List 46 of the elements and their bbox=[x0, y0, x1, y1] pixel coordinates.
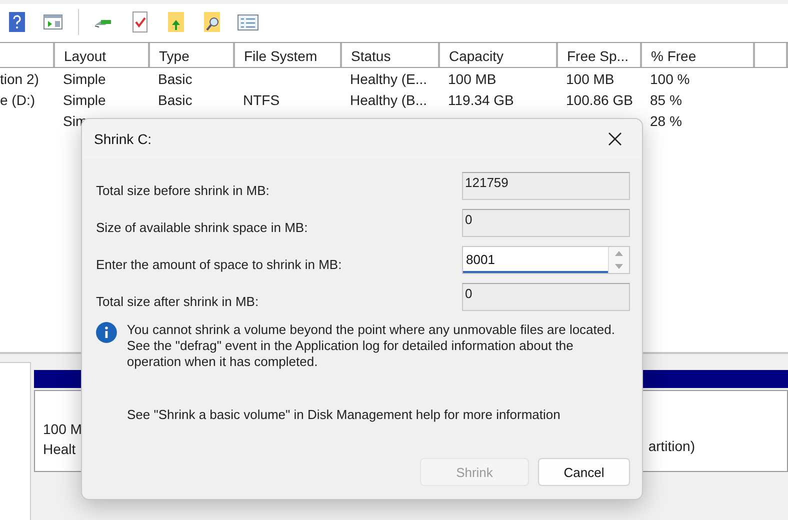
partition-text: Healt bbox=[43, 440, 77, 459]
table-cell-text: Healthy (E... bbox=[349, 70, 428, 89]
spin-down-button[interactable] bbox=[609, 260, 629, 273]
column-header[interactable]: Layout bbox=[55, 43, 150, 67]
help-text: See "Shrink a basic volume" in Disk Management help for more information bbox=[127, 407, 562, 422]
folder-search-icon[interactable] bbox=[201, 11, 223, 33]
field-label: Size of available shrink space in MB: bbox=[96, 218, 308, 234]
table-cell-text: NTFS bbox=[242, 91, 281, 110]
info-message: You cannot shrink a volume beyond the point where any unmovable files are located. See the "defrag" event in the Application log for detailed information about the operation when it has completed. bbox=[126, 322, 616, 370]
table-cell-text: 85 % bbox=[649, 91, 683, 110]
table-cell-text: Simple bbox=[62, 70, 107, 89]
number-field[interactable]: 8001 bbox=[462, 246, 630, 274]
partition-text: artition) bbox=[648, 437, 695, 456]
table-cell-text: 28 % bbox=[649, 112, 683, 131]
dialog-title: Shrink C: bbox=[94, 131, 152, 147]
readonly-field: 121759 bbox=[462, 172, 630, 200]
readonly-field: 0 bbox=[462, 283, 630, 311]
table-cell-text: Healthy (B... bbox=[349, 91, 428, 110]
spin-up-button[interactable] bbox=[609, 247, 629, 260]
info-icon bbox=[96, 322, 117, 343]
table-cell-text: tion 2) bbox=[0, 70, 40, 89]
close-icon bbox=[608, 132, 622, 146]
cancel-button[interactable]: Cancel bbox=[538, 458, 630, 486]
table-cell-text: Simple bbox=[62, 91, 107, 110]
table-cell-text: 100.86 GB bbox=[565, 91, 634, 110]
table-cell-text: 100 MB bbox=[447, 70, 498, 89]
table-cell-text: 100 MB bbox=[565, 70, 616, 89]
column-header[interactable]: Status bbox=[342, 43, 440, 67]
column-header[interactable]: Capacity bbox=[440, 43, 558, 67]
table-cell-text: 119.34 GB bbox=[447, 91, 515, 110]
column-header[interactable]: % Free bbox=[642, 43, 755, 67]
table-cell-text: Basic bbox=[157, 91, 194, 110]
readonly-field: 0 bbox=[462, 209, 630, 237]
table-cell-text: Basic bbox=[157, 70, 194, 89]
field-label: Total size after shrink in MB: bbox=[96, 292, 259, 308]
down-arrow-icon bbox=[615, 264, 623, 269]
partition-text: 100 M bbox=[43, 420, 82, 439]
field-label: Enter the amount of space to shrink in MB: bbox=[96, 256, 342, 272]
column-header[interactable]: File System bbox=[235, 43, 342, 67]
table-cell-text: e (D:) bbox=[0, 91, 36, 110]
column-header[interactable]: Free Sp... bbox=[558, 43, 642, 67]
column-header[interactable]: Type bbox=[150, 43, 235, 67]
field-label: Total size before shrink in MB: bbox=[96, 182, 270, 198]
up-arrow-icon bbox=[615, 251, 623, 256]
table-cell-text: 100 % bbox=[649, 70, 691, 89]
help-icon[interactable] bbox=[6, 11, 28, 33]
